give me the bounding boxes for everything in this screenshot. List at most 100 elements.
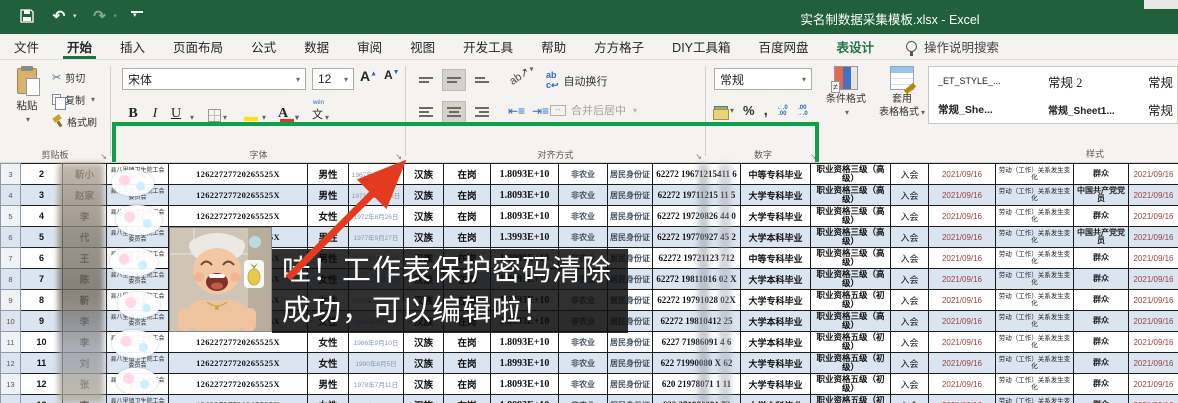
cell[interactable]: 2 bbox=[20, 163, 63, 185]
redo-icon[interactable]: ↷ bbox=[91, 7, 109, 25]
cell[interactable]: 汉族 bbox=[403, 394, 444, 403]
row-header[interactable]: 5 bbox=[0, 205, 21, 227]
cell[interactable]: 10 bbox=[20, 331, 63, 353]
tab-插入[interactable]: 插入 bbox=[106, 34, 159, 59]
cell[interactable]: 入会 bbox=[890, 226, 929, 248]
cell[interactable]: 居民身份证 bbox=[607, 226, 653, 248]
cell[interactable]: 1.8993E+10 bbox=[490, 352, 559, 374]
cell[interactable]: 2021/09/16 bbox=[1128, 268, 1178, 290]
copy-button[interactable]: 复制 ▾ bbox=[52, 92, 95, 110]
cell[interactable]: 大学专科毕业 bbox=[740, 373, 811, 395]
row-header[interactable]: 7 bbox=[0, 247, 21, 269]
percent-style-button[interactable]: % bbox=[743, 103, 755, 118]
cell[interactable]: 女性 bbox=[307, 331, 349, 353]
tab-文件[interactable]: 文件 bbox=[0, 34, 53, 59]
cell[interactable]: 在岗 bbox=[443, 226, 491, 248]
cell[interactable]: 劳动（工作）关系发生变化 bbox=[995, 331, 1074, 353]
underline-button[interactable]: U bbox=[168, 100, 184, 124]
cell[interactable]: 非农业 bbox=[558, 331, 608, 353]
chevron-down-icon[interactable]: ▾ bbox=[802, 75, 806, 84]
cell[interactable]: 职业资格三级（高级） bbox=[810, 163, 891, 185]
cell[interactable]: 2021/09/16 bbox=[928, 226, 996, 248]
tab-方方格子[interactable]: 方方格子 bbox=[580, 34, 658, 59]
cell[interactable]: 在岗 bbox=[443, 373, 491, 395]
cell[interactable]: 中等专科毕业 bbox=[740, 163, 811, 185]
cell[interactable]: 大学专科毕业 bbox=[740, 289, 811, 311]
cell[interactable]: 1977年9月27日 bbox=[348, 226, 404, 248]
tab-帮助[interactable]: 帮助 bbox=[527, 34, 580, 59]
cell[interactable]: 12 bbox=[20, 373, 63, 395]
cell[interactable]: 入会 bbox=[890, 331, 929, 353]
cell[interactable]: 11 bbox=[20, 352, 63, 374]
align-right-icon[interactable] bbox=[470, 101, 494, 123]
cell[interactable]: 入会 bbox=[890, 373, 929, 395]
undo-caret-icon[interactable]: ▾ bbox=[73, 12, 77, 20]
cell[interactable]: 劳动（工作）关系发生变化 bbox=[995, 289, 1074, 311]
cell[interactable]: 2021/09/16 bbox=[1128, 394, 1178, 403]
cell[interactable]: 男性 bbox=[307, 373, 349, 395]
cell[interactable]: 2021/09/16 bbox=[928, 289, 996, 311]
cell[interactable]: 1.3993E+10 bbox=[490, 226, 559, 248]
cell[interactable]: 大学本科毕业 bbox=[740, 226, 811, 248]
cell[interactable]: 12622727720265525X bbox=[168, 331, 308, 353]
style-item[interactable]: 常规 bbox=[1139, 67, 1177, 95]
increase-indent-icon[interactable]: ⇥≡ bbox=[532, 104, 549, 118]
save-icon[interactable] bbox=[18, 7, 36, 25]
cell[interactable]: 群众 bbox=[1073, 163, 1129, 185]
tab-百度网盘[interactable]: 百度网盘 bbox=[745, 34, 823, 59]
format-painter-button[interactable]: 格式刷 bbox=[52, 114, 97, 129]
tab-视图[interactable]: 视图 bbox=[396, 34, 449, 59]
cell[interactable]: 入会 bbox=[890, 205, 929, 227]
cell[interactable]: 3 bbox=[20, 184, 63, 206]
cell[interactable]: 职业资格五级（初级） bbox=[810, 289, 891, 311]
italic-button[interactable]: I bbox=[148, 100, 162, 124]
comma-style-button[interactable]: , bbox=[764, 102, 768, 119]
fill-color-button[interactable]: ▾ bbox=[242, 100, 266, 124]
cell[interactable]: 在岗 bbox=[443, 394, 491, 403]
cell[interactable]: 非农业 bbox=[558, 184, 608, 206]
cell[interactable]: 1986年9月14日 bbox=[348, 394, 404, 403]
style-item[interactable]: 常规_Sheet1... bbox=[1039, 95, 1139, 123]
cell[interactable]: 非农业 bbox=[558, 226, 608, 248]
cell[interactable]: 劳动（工作）关系发生变化 bbox=[995, 163, 1074, 185]
cell[interactable]: 男性 bbox=[307, 226, 349, 248]
cell[interactable]: 职业资格五级（初级） bbox=[810, 331, 891, 353]
cell[interactable]: 群众 bbox=[1073, 268, 1129, 290]
tab-公式[interactable]: 公式 bbox=[237, 34, 290, 59]
cell[interactable]: 大学专科毕业 bbox=[740, 184, 811, 206]
cell[interactable]: 1.8093E+10 bbox=[490, 331, 559, 353]
cell[interactable]: 劳动（工作）关系发生变化 bbox=[995, 352, 1074, 374]
row-header[interactable]: 4 bbox=[0, 184, 21, 206]
clipboard-dialog-launcher-icon[interactable]: ↘ bbox=[100, 152, 107, 161]
cell[interactable]: 入会 bbox=[890, 394, 929, 403]
cell[interactable]: 13 bbox=[20, 394, 63, 403]
cell[interactable]: 居民身份证 bbox=[607, 184, 653, 206]
cell[interactable]: 2021/09/16 bbox=[928, 268, 996, 290]
font-color-button[interactable]: A ▾ bbox=[278, 100, 299, 124]
cell[interactable]: 1.8093E+10 bbox=[490, 394, 559, 403]
cell[interactable]: 入会 bbox=[890, 268, 929, 290]
cut-button[interactable]: ✂ 剪切 bbox=[52, 70, 85, 85]
cell[interactable]: 大学本科毕业 bbox=[740, 310, 811, 332]
cell[interactable]: 居民身份证 bbox=[607, 205, 653, 227]
row-header[interactable]: 11 bbox=[0, 331, 21, 353]
cell[interactable]: 劳动（工作）关系发生变化 bbox=[995, 184, 1074, 206]
cell[interactable]: 9 bbox=[20, 310, 63, 332]
decrease-indent-icon[interactable]: ⇤≡ bbox=[508, 104, 525, 118]
cell[interactable]: 职业资格三级（高级） bbox=[810, 247, 891, 269]
cell[interactable]: 1.8093E+10 bbox=[490, 184, 559, 206]
cell[interactable]: 5 bbox=[20, 226, 63, 248]
cell[interactable]: 群众 bbox=[1073, 352, 1129, 374]
cell[interactable]: 群众 bbox=[1073, 331, 1129, 353]
undo-icon[interactable]: ↶ bbox=[50, 7, 68, 25]
merge-center-button[interactable]: 合并后居中▾ bbox=[550, 102, 637, 118]
cell[interactable]: 2021/09/16 bbox=[928, 205, 996, 227]
cell[interactable]: 1.8093E+10 bbox=[490, 163, 559, 185]
style-item[interactable]: 常规 bbox=[1139, 95, 1177, 123]
cell[interactable]: 群众 bbox=[1073, 394, 1129, 403]
cell[interactable]: 非农业 bbox=[558, 394, 608, 403]
cell[interactable]: 入会 bbox=[890, 247, 929, 269]
customize-toolbar-icon[interactable] bbox=[131, 11, 144, 21]
cell[interactable]: 1971年12月15日 bbox=[348, 184, 404, 206]
cell[interactable]: 非农业 bbox=[558, 352, 608, 374]
